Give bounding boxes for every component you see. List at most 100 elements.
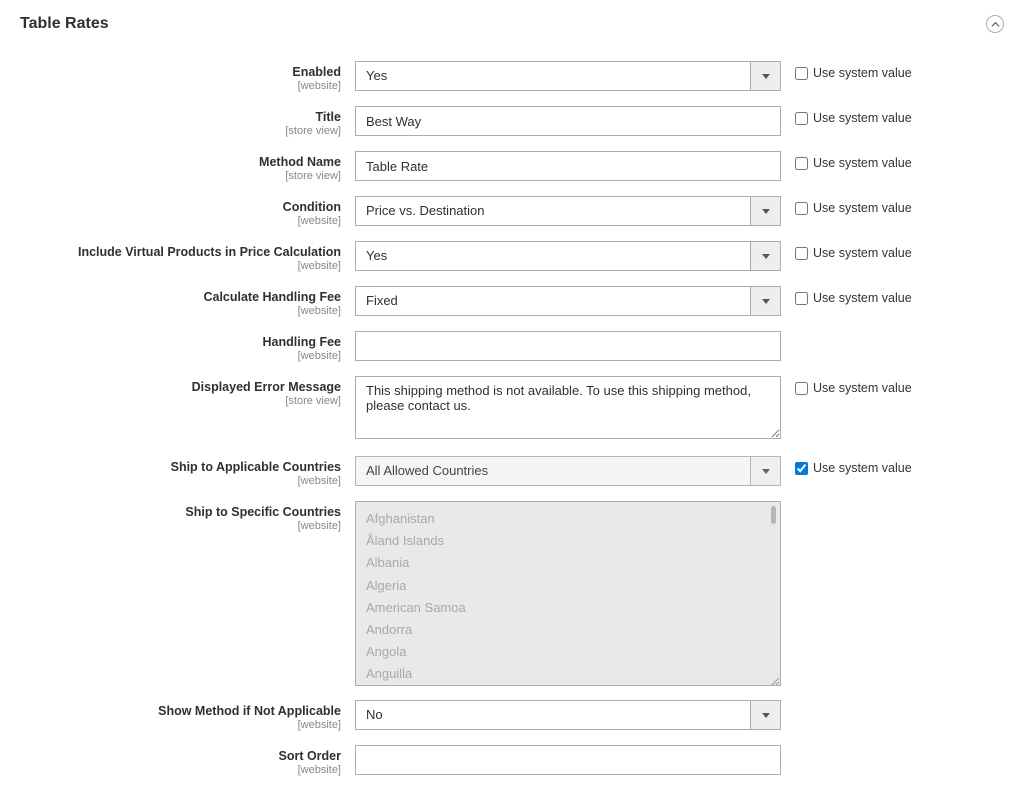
country-option[interactable]: Antarctica xyxy=(366,686,770,687)
row-title: Title [store view] Use system value xyxy=(20,106,1004,137)
use-system-label[interactable]: Use system value xyxy=(813,381,912,395)
label-col: Title [store view] xyxy=(20,106,355,137)
use-system-label[interactable]: Use system value xyxy=(813,291,912,305)
use-system-label[interactable]: Use system value xyxy=(813,66,912,80)
use-system-label[interactable]: Use system value xyxy=(813,111,912,125)
country-option[interactable]: Albania xyxy=(366,552,770,574)
use-system-checkbox-virtual[interactable] xyxy=(795,247,808,260)
country-option[interactable]: American Samoa xyxy=(366,597,770,619)
use-system-label[interactable]: Use system value xyxy=(813,246,912,260)
use-system-label[interactable]: Use system value xyxy=(813,461,912,475)
row-enabled: Enabled [website] Yes Use system value xyxy=(20,61,1004,92)
country-option[interactable]: Anguilla xyxy=(366,663,770,685)
field-label: Title xyxy=(20,110,341,124)
use-system-checkbox-handlingtype[interactable] xyxy=(795,292,808,305)
field-scope: [website] xyxy=(20,719,341,731)
chevron-down-icon xyxy=(750,701,780,729)
chevron-down-icon xyxy=(750,287,780,315)
use-system-checkbox-enabled[interactable] xyxy=(795,67,808,80)
use-system-wrap: Use system value xyxy=(781,151,912,170)
row-showmethod: Show Method if Not Applicable [website] … xyxy=(20,700,1004,731)
chevron-down-icon xyxy=(750,242,780,270)
use-system-checkbox-errormsg[interactable] xyxy=(795,382,808,395)
virtual-select[interactable]: Yes xyxy=(355,241,781,271)
use-system-wrap: Use system value xyxy=(781,241,912,260)
condition-select[interactable]: Price vs. Destination xyxy=(355,196,781,226)
field-scope: [store view] xyxy=(20,125,341,137)
row-applicable: Ship to Applicable Countries [website] A… xyxy=(20,456,1004,487)
field-scope: [website] xyxy=(20,215,341,227)
field-label: Displayed Error Message xyxy=(20,380,341,394)
resize-handle-icon[interactable] xyxy=(769,674,779,684)
row-handlingtype: Calculate Handling Fee [website] Fixed U… xyxy=(20,286,1004,317)
field-scope: [website] xyxy=(20,764,341,776)
field-label: Enabled xyxy=(20,65,341,79)
label-col: Show Method if Not Applicable [website] xyxy=(20,700,355,731)
sortorder-input[interactable] xyxy=(355,745,781,775)
section-header: Table Rates xyxy=(20,15,1004,33)
label-col: Handling Fee [website] xyxy=(20,331,355,362)
title-input[interactable] xyxy=(355,106,781,136)
field-scope: [website] xyxy=(20,80,341,92)
select-value: Yes xyxy=(356,242,750,270)
country-option[interactable]: Afghanistan xyxy=(366,508,770,530)
use-system-wrap: Use system value xyxy=(781,196,912,215)
field-scope: [website] xyxy=(20,305,341,317)
field-scope: [website] xyxy=(20,475,341,487)
showmethod-select[interactable]: No xyxy=(355,700,781,730)
use-system-wrap: Use system value xyxy=(781,286,912,305)
country-option[interactable]: Andorra xyxy=(366,619,770,641)
collapse-button[interactable] xyxy=(986,15,1004,33)
row-virtual: Include Virtual Products in Price Calcul… xyxy=(20,241,1004,272)
field-label: Ship to Applicable Countries xyxy=(20,460,341,474)
label-col: Include Virtual Products in Price Calcul… xyxy=(20,241,355,272)
use-system-label[interactable]: Use system value xyxy=(813,201,912,215)
label-col: Method Name [store view] xyxy=(20,151,355,182)
row-method: Method Name [store view] Use system valu… xyxy=(20,151,1004,182)
chevron-up-icon xyxy=(991,20,1000,29)
use-system-checkbox-title[interactable] xyxy=(795,112,808,125)
field-label: Sort Order xyxy=(20,749,341,763)
field-scope: [website] xyxy=(20,350,341,362)
chevron-down-icon xyxy=(750,457,780,485)
field-label: Handling Fee xyxy=(20,335,341,349)
label-col: Condition [website] xyxy=(20,196,355,227)
applicable-select[interactable]: All Allowed Countries xyxy=(355,456,781,486)
country-option[interactable]: Algeria xyxy=(366,575,770,597)
enabled-select[interactable]: Yes xyxy=(355,61,781,91)
label-col: Sort Order [website] xyxy=(20,745,355,776)
use-system-wrap: Use system value xyxy=(781,61,912,80)
scrollbar-thumb[interactable] xyxy=(771,506,776,524)
field-scope: [website] xyxy=(20,520,341,532)
use-system-checkbox-applicable[interactable] xyxy=(795,462,808,475)
select-value: Price vs. Destination xyxy=(356,197,750,225)
field-scope: [website] xyxy=(20,260,341,272)
handlingfee-input[interactable] xyxy=(355,331,781,361)
row-condition: Condition [website] Price vs. Destinatio… xyxy=(20,196,1004,227)
country-option[interactable]: Åland Islands xyxy=(366,530,770,552)
use-system-checkbox-method[interactable] xyxy=(795,157,808,170)
use-system-checkbox-condition[interactable] xyxy=(795,202,808,215)
label-col: Enabled [website] xyxy=(20,61,355,92)
field-label: Condition xyxy=(20,200,341,214)
use-system-wrap: Use system value xyxy=(781,376,912,395)
label-col: Ship to Specific Countries [website] xyxy=(20,501,355,532)
country-option[interactable]: Angola xyxy=(366,641,770,663)
field-label: Method Name xyxy=(20,155,341,169)
field-label: Ship to Specific Countries xyxy=(20,505,341,519)
field-label: Calculate Handling Fee xyxy=(20,290,341,304)
select-value: All Allowed Countries xyxy=(356,457,750,485)
row-errormsg: Displayed Error Message [store view] Thi… xyxy=(20,376,1004,442)
field-scope: [store view] xyxy=(20,395,341,407)
select-value: No xyxy=(356,701,750,729)
specific-countries-multiselect[interactable]: AfghanistanÅland IslandsAlbaniaAlgeriaAm… xyxy=(355,501,781,686)
label-col: Ship to Applicable Countries [website] xyxy=(20,456,355,487)
errormsg-textarea[interactable]: This shipping method is not available. T… xyxy=(355,376,781,439)
method-input[interactable] xyxy=(355,151,781,181)
chevron-down-icon xyxy=(750,197,780,225)
handlingtype-select[interactable]: Fixed xyxy=(355,286,781,316)
select-value: Fixed xyxy=(356,287,750,315)
select-value: Yes xyxy=(356,62,750,90)
use-system-label[interactable]: Use system value xyxy=(813,156,912,170)
row-sortorder: Sort Order [website] xyxy=(20,745,1004,776)
